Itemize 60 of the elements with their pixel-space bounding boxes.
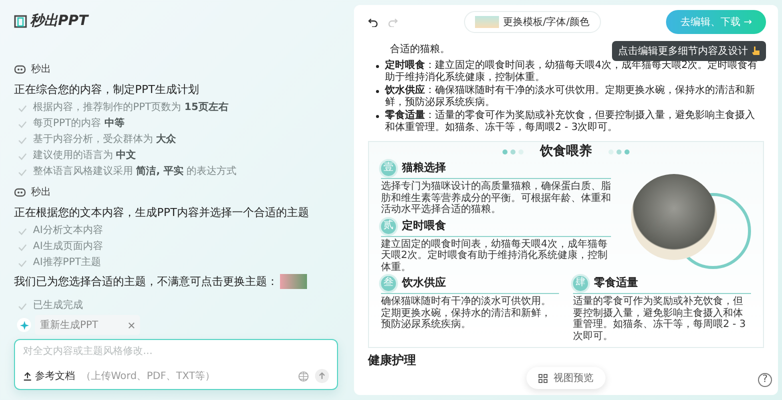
section-title: 定时喂食 [402,220,446,232]
agent-icon [14,64,26,74]
bullet-dot [376,90,379,92]
number-badge: 壹 [381,161,396,176]
step-text: 建议使用的语言为 中文 [33,149,136,163]
close-icon[interactable] [128,322,136,328]
pointing-hand-icon [751,46,760,56]
send-button[interactable] [315,369,329,383]
slide-preview[interactable] [368,140,764,348]
status-message: 正在根据您的文本内容，生成PPT内容并选择一个合适的主题 [14,205,310,220]
change-template-button[interactable]: 更换模板/字体/颜色 [464,11,601,33]
agent-icon [14,187,26,197]
theme-message: 我们已为您选择合适的主题，不满意可点击更换主题： [14,274,278,289]
section-text: 适量的零食可作为奖励或补充饮食，但要控制摄入量，避免影响主食摄入和体重管理。如猫条、冻干等，每周喂2 - 3次即可。 [573,296,747,342]
dots-decoration [608,148,630,155]
step-text: 已生成完成 [33,299,83,313]
step-text: 整体语言风格建议采用 简洁, 平实 的表达方式 [33,165,237,179]
undo-icon[interactable] [368,17,378,27]
agent-name: 秒出 [31,186,51,199]
grid-icon [538,374,548,382]
globe-icon[interactable] [298,370,309,382]
attach-hint: （上传Word、PDF、TXT等） [81,370,216,383]
slide-title: 饮食喂养 [540,146,592,158]
theme-thumbnail[interactable] [280,274,307,289]
number-badge: 贰 [381,218,396,234]
chip-label: 重新生成PPT [40,318,98,332]
section-text: 选择专门为猫咪设计的高质量猫粮，确保蛋白质、脂肪和维生素等营养成分的平衡。可根据年龄、体重和活动水平选择合适的猫粮。 [381,181,611,216]
bullet-dot [376,64,379,68]
bullet-text: 饮水供应：确保猫咪随时有干净的淡水可供饮用。定期更换水碗，保持水的清洁和新鲜，预防泌尿系统疾病。 [385,84,756,110]
step-text: 根据内容，推荐制作的PPT页数为 15页左右 [33,101,228,115]
section-title: 零食适量 [594,277,638,290]
logo-icon [14,14,27,28]
section-title: 饮水供应 [402,277,446,290]
template-thumbnail [474,16,499,28]
section-text: 确保猫咪随时有干净的淡水可供饮用。定期更换水碗，保持水的清洁和新鲜，预防泌尿系统疾病。 [381,296,552,330]
section-heading: 健康护理 [368,354,417,366]
status-message: 正在综合您的内容，制定PPT生成计划 [14,82,200,97]
check-icon [18,302,27,310]
number-badge: 肆 [573,276,588,291]
number-badge: 叁 [381,276,396,291]
step-text: AI分析文本内容 [33,224,103,238]
tooltip-text: 点击编辑更多细节内容及设计 [618,44,748,58]
sparkle-icon [17,318,31,332]
logo-text: 秒出PPT [30,12,88,30]
upload-icon [23,372,32,380]
bullet-dot [376,114,379,118]
step-text: 每页PPT的内容 中等 [33,117,124,131]
view-preview-button[interactable]: 视图预览 [526,367,606,389]
bullet-text: 零食适量：适量的零食可作为奖励或补充饮食，但要控制摄入量，避免影响主食摄入和体重管理。如猫条、冻干等，每周喂2 - 3次即可。 [385,110,756,134]
section-title: 猫粮选择 [402,162,446,175]
step-text: AI生成页面内容 [33,240,103,254]
step-text: AI推荐PPT主题 [33,256,101,270]
paragraph-text: 合适的猫粮。 [390,44,450,56]
section-text: 建立固定的喂食时间表，幼猫每天喂4次，成年猫每天喂2次。定时喂食有助于维持消化系统健康，控制体重。 [381,238,608,273]
help-button[interactable]: ? [758,373,772,387]
agent-name: 秒出 [31,62,51,76]
dots-decoration [502,148,524,155]
attach-document-button[interactable]: 参考文档 [23,369,75,383]
step-text: 基于内容分析，受众群体为 大众 [33,133,176,147]
arrow-up-icon [318,372,326,380]
